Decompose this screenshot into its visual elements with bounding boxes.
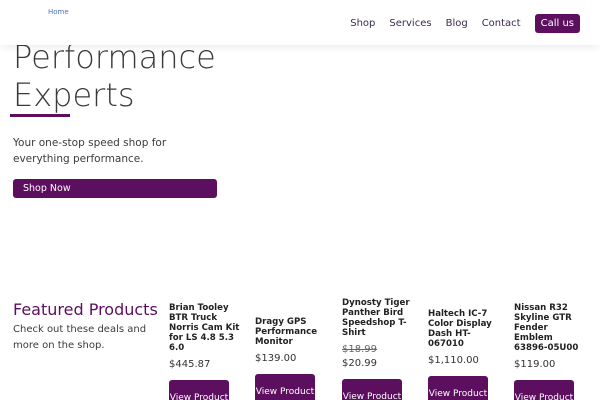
view-product-button[interactable]: View Product [428, 376, 488, 400]
product-price: $18.99 $20.99 [342, 344, 416, 369]
view-product-button[interactable]: View Product [169, 380, 229, 400]
product-old-price: $18.99 [342, 344, 377, 355]
product-name[interactable]: Dragy GPS Performance Monitor [255, 317, 329, 347]
product-sale-price: $20.99 [342, 358, 377, 369]
product-card: Nissan R32 Skyline GTR Fender Emblem 638… [514, 303, 588, 400]
site-header: Home Shop Services Blog Contact Call us [0, 0, 600, 45]
nav-shop[interactable]: Shop [350, 18, 375, 29]
product-name[interactable]: Dynosty Tiger Panther Bird Speedshop T-S… [342, 298, 416, 338]
call-us-button[interactable]: Call us [534, 14, 580, 33]
hero-title: Performance Experts [13, 38, 216, 114]
product-card: Haltech IC-7 Color Display Dash HT-06701… [428, 309, 502, 400]
product-card: Brian Tooley BTR Truck Norris Cam Kit fo… [169, 303, 243, 400]
product-name[interactable]: Nissan R32 Skyline GTR Fender Emblem 638… [514, 303, 588, 353]
main-nav: Shop Services Blog Contact Call us [350, 14, 580, 33]
product-price: $119.00 [514, 359, 556, 370]
product-price: $1,110.00 [428, 355, 479, 366]
hero-title-line2: Experts [13, 76, 135, 114]
hero-subtitle: Your one-stop speed shop for everything … [13, 137, 167, 165]
nav-services[interactable]: Services [389, 18, 431, 29]
home-link[interactable]: Home [48, 8, 69, 16]
view-product-button[interactable]: View Product [255, 374, 315, 400]
featured-subtitle: Check out these deals and more on the sh… [13, 324, 147, 351]
featured-title: Featured Products [13, 300, 158, 319]
view-product-button[interactable]: View Product [342, 379, 402, 400]
product-name[interactable]: Haltech IC-7 Color Display Dash HT-06701… [428, 309, 502, 349]
product-card: Dynosty Tiger Panther Bird Speedshop T-S… [342, 298, 416, 400]
shop-now-button[interactable]: Shop Now [13, 179, 217, 198]
nav-contact[interactable]: Contact [482, 18, 521, 29]
hero-underline [10, 114, 70, 117]
product-price: $445.87 [169, 359, 211, 370]
view-product-button[interactable]: View Product [514, 380, 574, 400]
nav-blog[interactable]: Blog [446, 18, 468, 29]
product-card: Dragy GPS Performance Monitor $139.00 Vi… [255, 317, 329, 400]
product-name[interactable]: Brian Tooley BTR Truck Norris Cam Kit fo… [169, 303, 243, 353]
product-price: $139.00 [255, 353, 297, 364]
